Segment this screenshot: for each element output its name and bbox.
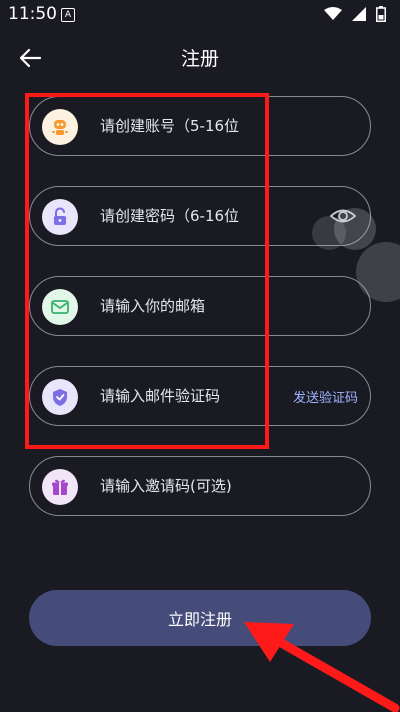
mail-icon xyxy=(42,289,78,325)
email-field[interactable]: 请输入你的邮箱 xyxy=(29,276,371,336)
register-button[interactable]: 立即注册 xyxy=(29,590,371,646)
status-bar: 11:50 A xyxy=(0,0,400,30)
signal-icon xyxy=(352,7,366,21)
notification-a-icon: A xyxy=(61,8,75,22)
email-placeholder: 请输入你的邮箱 xyxy=(100,297,206,315)
robot-icon xyxy=(42,109,78,145)
register-label: 立即注册 xyxy=(167,610,232,629)
status-icons xyxy=(324,6,386,22)
send-code-button[interactable]: 发送验证码 xyxy=(293,387,358,406)
email-code-field[interactable]: 请输入邮件验证码 发送验证码 xyxy=(29,366,371,426)
unlock-icon xyxy=(42,199,78,235)
invite-code-field[interactable]: 请输入邀请码(可选) xyxy=(29,456,371,516)
battery-icon xyxy=(376,6,386,22)
email-code-placeholder: 请输入邮件验证码 xyxy=(100,387,221,405)
account-field[interactable]: 请创建账号（5-16位 xyxy=(29,96,371,156)
floating-ball-medium xyxy=(334,208,376,250)
wifi-icon xyxy=(324,7,342,20)
page-title: 注册 xyxy=(180,48,219,70)
shield-icon xyxy=(42,379,78,415)
account-placeholder: 请创建账号（5-16位 xyxy=(100,117,240,135)
app-bar: 注册 xyxy=(0,30,400,86)
status-time: 11:50 xyxy=(8,4,57,24)
password-placeholder: 请创建密码（6-16位 xyxy=(100,207,240,225)
gift-icon xyxy=(42,469,78,505)
invite-code-placeholder: 请输入邀请码(可选) xyxy=(100,477,232,495)
